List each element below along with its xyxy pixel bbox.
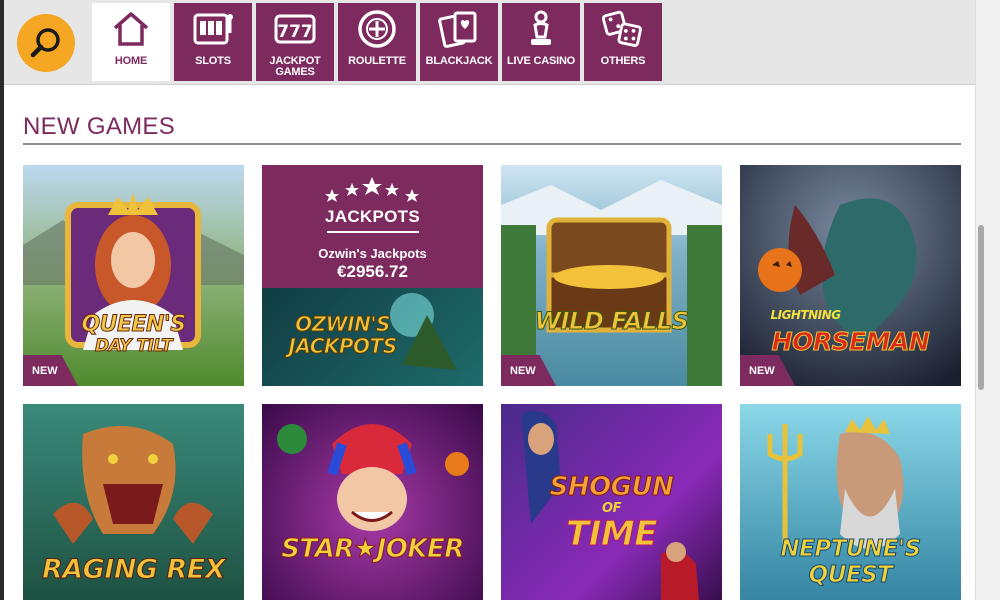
game-artwork xyxy=(501,165,722,386)
browser-viewport: HOME SLOTS 777 JACKPOT GAMES ROULETTE BL… xyxy=(4,0,975,600)
roulette-icon xyxy=(356,10,398,48)
chess-piece-icon xyxy=(520,10,562,48)
nav-item-slots[interactable]: SLOTS xyxy=(174,3,252,81)
game-title: RAGING REX xyxy=(41,554,226,586)
nav-label-home: HOME xyxy=(114,55,148,67)
game-tile-wild-falls[interactable]: WILD FALLS NEW xyxy=(501,165,722,386)
nav-label-jackpot-line2: GAMES xyxy=(275,66,315,78)
game-tile-star-joker[interactable]: STAR★JOKER xyxy=(262,404,483,600)
game-title-line2: TIME xyxy=(566,514,658,555)
top-navigation-bar: HOME SLOTS 777 JACKPOT GAMES ROULETTE BL… xyxy=(4,0,975,85)
nav-label-blackjack: BLACKJACK xyxy=(425,55,493,67)
game-tile-raging-rex[interactable]: RAGING REX xyxy=(23,404,244,600)
777-icon-text: 777 xyxy=(277,22,313,42)
nav-label-others: OTHERS xyxy=(600,55,646,67)
game-title-line2: JACKPOTS xyxy=(288,334,398,358)
game-title: QUEEN'S DAY TILT xyxy=(23,312,244,357)
jackpot-divider xyxy=(327,231,419,233)
game-title: STAR★JOKER xyxy=(281,534,465,565)
game-tile-neptunes-quest[interactable]: NEPTUNE'S QUEST xyxy=(740,404,961,600)
home-icon xyxy=(110,10,152,48)
game-title-line2: QUEST xyxy=(808,562,893,589)
777-icon: 777 xyxy=(274,10,316,48)
nav-label-slots: SLOTS xyxy=(195,55,231,67)
nav-item-home[interactable]: HOME xyxy=(92,3,170,81)
cards-icon xyxy=(438,10,480,48)
game-title-line1: OZWIN'S xyxy=(295,312,391,336)
magnifier-icon xyxy=(30,28,60,58)
jackpot-panel: JACKPOTS Ozwin's Jackpots €2956.72 xyxy=(262,165,483,288)
stars-icon xyxy=(325,177,419,202)
game-title: NEPTUNE'S QUEST xyxy=(740,536,961,589)
game-tile-queens-day-tilt[interactable]: QUEEN'S DAY TILT NEW xyxy=(23,165,244,386)
section-divider xyxy=(23,143,961,145)
vertical-scrollbar[interactable] xyxy=(975,0,1000,600)
category-nav: HOME SLOTS 777 JACKPOT GAMES ROULETTE BL… xyxy=(92,3,662,81)
jackpot-amount: €2956.72 xyxy=(337,262,408,281)
game-title: WILD FALLS xyxy=(534,307,689,336)
scrollbar-thumb[interactable] xyxy=(978,225,984,390)
nav-item-jackpot-games[interactable]: 777 JACKPOT GAMES xyxy=(256,3,334,81)
search-button[interactable] xyxy=(17,14,75,72)
game-title: HORSEMAN xyxy=(771,327,930,357)
game-tile-lightning-horseman[interactable]: LIGHTNING HORSEMAN NEW xyxy=(740,165,961,386)
section-title: NEW GAMES xyxy=(23,113,176,140)
jackpot-header: JACKPOTS xyxy=(325,207,420,226)
game-title-line2: DAY TILT xyxy=(94,336,173,357)
game-title-line1: NEPTUNE'S xyxy=(780,536,922,563)
game-artwork xyxy=(262,404,483,600)
nav-label-jackpot-games: JACKPOT GAMES xyxy=(269,56,320,78)
slot-machine-icon xyxy=(192,10,234,48)
nav-item-live-casino[interactable]: LIVE CASINO xyxy=(502,3,580,81)
nav-label-roulette: ROULETTE xyxy=(348,55,406,67)
nav-item-others[interactable]: OTHERS xyxy=(584,3,662,81)
game-title-line1: QUEEN'S xyxy=(81,312,187,337)
jackpot-name: Ozwin's Jackpots xyxy=(318,246,427,261)
game-title-line1: SHOGUN xyxy=(549,472,674,503)
nav-label-live-casino: LIVE CASINO xyxy=(506,55,576,67)
game-title: OZWIN'S JACKPOTS xyxy=(262,312,453,358)
game-tile-ozwins-jackpots[interactable]: JACKPOTS Ozwin's Jackpots €2956.72 OZWIN… xyxy=(262,165,483,386)
game-title-small: LIGHTNING xyxy=(770,308,841,322)
nav-item-roulette[interactable]: ROULETTE xyxy=(338,3,416,81)
nav-item-blackjack[interactable]: BLACKJACK xyxy=(420,3,498,81)
dice-icon xyxy=(602,10,644,48)
game-tile-shogun-of-time[interactable]: SHOGUN OF TIME xyxy=(501,404,722,600)
